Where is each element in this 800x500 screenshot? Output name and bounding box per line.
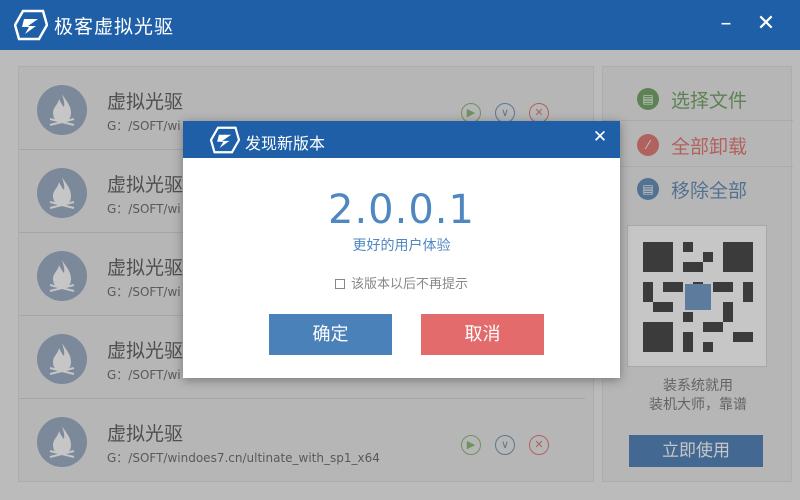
version-number: 2.0.0.1 (328, 187, 475, 233)
title-bar: 极客虚拟光驱 – ✕ (0, 0, 800, 50)
version-tagline: 更好的用户体验 (352, 238, 451, 254)
app-logo-icon (209, 126, 241, 154)
dialog-header: 发现新版本 ✕ (183, 121, 620, 158)
skip-version-option[interactable]: 该版本以后不再提示 (183, 273, 620, 292)
confirm-button[interactable]: 确定 (269, 314, 392, 355)
skip-checkbox[interactable] (334, 279, 345, 289)
app-title: 极客虚拟光驱 (54, 16, 175, 38)
minimize-button[interactable]: – (714, 10, 738, 38)
close-button[interactable]: ✕ (754, 10, 778, 38)
skip-label: 该版本以后不再提示 (350, 277, 468, 292)
dialog-title: 发现新版本 (245, 134, 326, 153)
update-dialog: 发现新版本 ✕ 2.0.0.1 更好的用户体验 该版本以后不再提示 确定 取消 (183, 121, 620, 378)
app-logo-icon (14, 9, 48, 41)
cancel-button[interactable]: 取消 (421, 314, 544, 355)
dialog-close-button[interactable]: ✕ (589, 125, 611, 149)
